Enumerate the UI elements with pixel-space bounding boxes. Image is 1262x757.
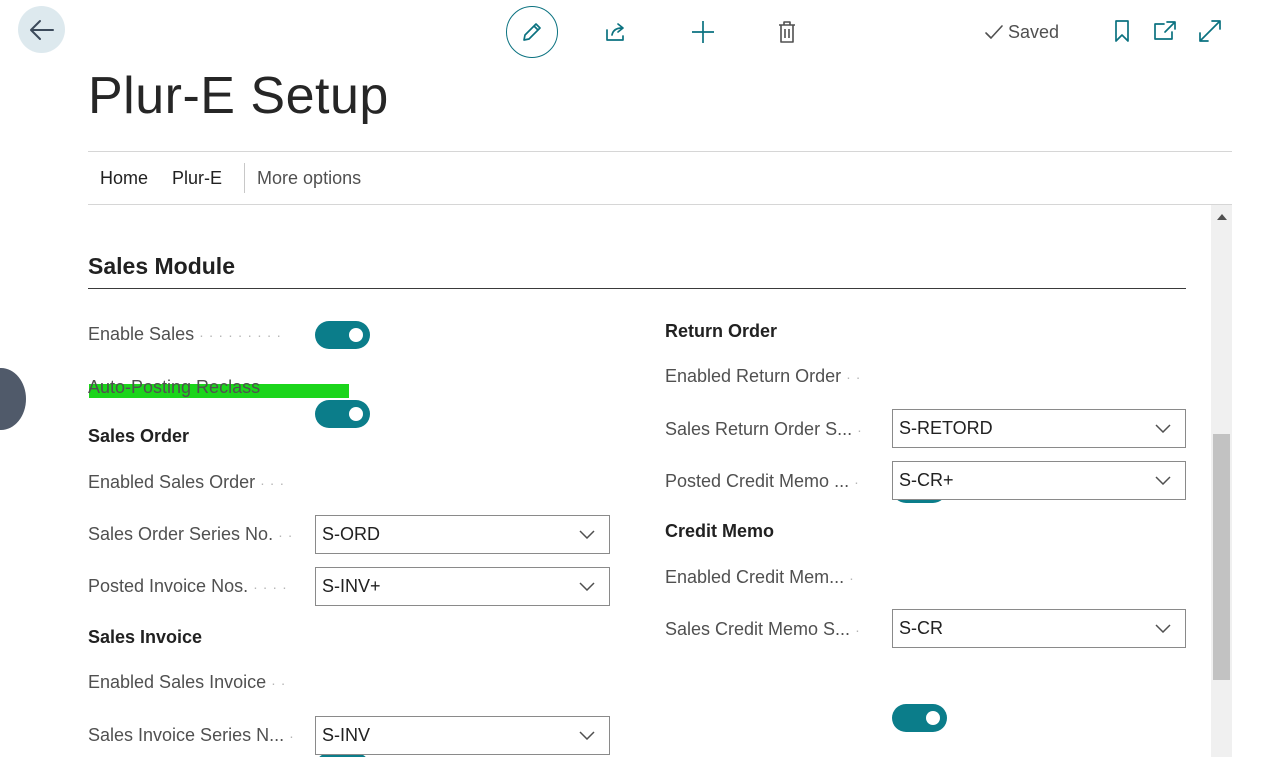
enable-sales-label: Enable Sales ········· xyxy=(88,324,287,344)
saved-status: Saved xyxy=(984,20,1059,44)
open-new-window-button[interactable] xyxy=(1150,16,1180,46)
sales-credit-memo-series-select[interactable]: S-CR xyxy=(892,609,1186,648)
section-divider xyxy=(88,288,1186,289)
posted-invoice-nos-label: Posted Invoice Nos. ···· xyxy=(88,576,292,596)
share-icon xyxy=(606,23,624,41)
side-avatar-circle[interactable] xyxy=(0,368,26,430)
enabled-sales-invoice-label: Enabled Sales Invoice ·· xyxy=(88,672,291,692)
return-order-group-title: Return Order xyxy=(665,321,778,341)
edit-button[interactable] xyxy=(506,6,558,58)
sales-order-group-title: Sales Order xyxy=(88,426,190,446)
posted-invoice-nos-select[interactable]: S-INV+ xyxy=(315,567,610,606)
nav-more-options[interactable]: More options xyxy=(257,168,361,189)
enabled-return-order-label: Enabled Return Order ·· xyxy=(665,366,866,386)
delete-button[interactable] xyxy=(771,16,803,48)
sales-invoice-series-value: S-INV xyxy=(322,725,371,745)
enabled-sales-order-label: Enabled Sales Order ··· xyxy=(88,472,290,492)
chevron-down-icon xyxy=(579,530,595,539)
nav-divider-bottom xyxy=(88,204,1232,205)
add-icon xyxy=(692,21,714,43)
sales-invoice-series-label: Sales Invoice Series N... · xyxy=(88,725,299,745)
sales-invoice-series-select[interactable]: S-INV xyxy=(315,716,610,755)
edit-icon xyxy=(523,23,541,41)
auto-posting-reclass-label: Auto-Posting Reclass xyxy=(88,377,261,397)
section-title: Sales Module xyxy=(88,253,235,279)
nav-separator xyxy=(244,163,246,193)
add-button[interactable] xyxy=(687,16,719,48)
delete-icon xyxy=(779,21,795,43)
back-button[interactable] xyxy=(18,6,65,53)
chevron-down-icon xyxy=(579,731,595,740)
posted-credit-memo-select[interactable]: S-CR+ xyxy=(892,461,1186,500)
sales-return-order-series-select[interactable]: S-RETORD xyxy=(892,409,1186,448)
chevron-down-icon xyxy=(1155,476,1171,485)
scroll-up-icon xyxy=(1216,214,1227,220)
sales-return-order-series-label: Sales Return Order S... · xyxy=(665,419,867,439)
sales-order-series-label: Sales Order Series No. ·· xyxy=(88,524,298,544)
sales-invoice-group-title: Sales Invoice xyxy=(88,627,203,647)
share-button[interactable] xyxy=(600,16,632,48)
scrollbar-thumb[interactable] xyxy=(1213,434,1230,680)
chevron-down-icon xyxy=(579,582,595,591)
bookmark-icon xyxy=(1115,20,1129,42)
auto-posting-reclass-toggle[interactable] xyxy=(315,400,370,428)
nav-home[interactable]: Home xyxy=(88,168,160,189)
back-arrow-icon xyxy=(29,19,54,40)
nav-plur-e[interactable]: Plur-E xyxy=(160,168,234,189)
posted-credit-memo-value: S-CR+ xyxy=(899,470,954,490)
sales-credit-memo-series-value: S-CR xyxy=(899,618,943,638)
sales-order-series-value: S-ORD xyxy=(322,524,380,544)
posted-invoice-nos-value: S-INV+ xyxy=(322,576,381,596)
expand-button[interactable] xyxy=(1195,16,1225,46)
sales-return-order-series-value: S-RETORD xyxy=(899,418,993,438)
bookmark-button[interactable] xyxy=(1108,16,1136,46)
enabled-credit-memo-toggle[interactable] xyxy=(892,704,947,732)
expand-icon xyxy=(1199,20,1221,42)
chevron-down-icon xyxy=(1155,424,1171,433)
scroll-up-button[interactable] xyxy=(1213,208,1230,226)
action-bar: Home Plur-E More options xyxy=(88,152,361,204)
open-new-window-icon xyxy=(1154,21,1176,40)
sales-order-series-select[interactable]: S-ORD xyxy=(315,515,610,554)
saved-label: Saved xyxy=(1008,21,1060,42)
enable-sales-toggle[interactable] xyxy=(315,321,370,349)
sales-credit-memo-series-label: Sales Credit Memo S... · xyxy=(665,619,865,639)
credit-memo-group-title: Credit Memo xyxy=(665,521,775,541)
chevron-down-icon xyxy=(1155,624,1171,633)
enabled-credit-memo-label: Enabled Credit Mem... · xyxy=(665,567,859,587)
posted-credit-memo-label: Posted Credit Memo ... · xyxy=(665,471,864,491)
page-title: Plur-E Setup xyxy=(88,67,389,125)
check-icon xyxy=(985,25,1003,39)
